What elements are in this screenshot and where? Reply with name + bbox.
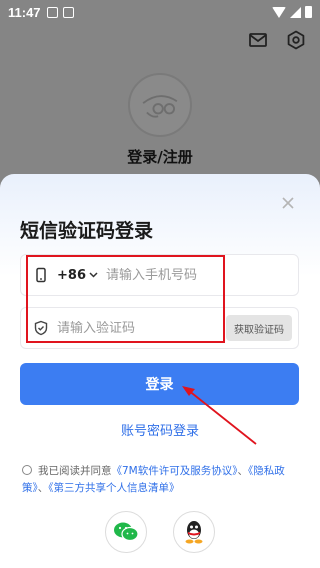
qq-login-button[interactable] bbox=[173, 511, 215, 553]
battery-icon bbox=[305, 6, 312, 18]
status-time: 11:47 bbox=[8, 4, 41, 20]
page-title: 登录/注册 bbox=[127, 148, 193, 166]
password-login-link[interactable]: 账号密码登录 bbox=[0, 420, 320, 439]
wechat-icon bbox=[114, 522, 139, 542]
agreement-text: 我已阅读并同意《7M软件许可及服务协议》、《隐私政策》、《第三方共享个人信息清单… bbox=[22, 463, 304, 497]
status-indicators bbox=[272, 6, 312, 18]
signal-icon bbox=[290, 6, 301, 18]
notification-icon bbox=[46, 6, 58, 18]
app-notification-icon bbox=[62, 6, 74, 18]
mail-icon[interactable] bbox=[248, 30, 268, 50]
avatar-face-icon bbox=[142, 95, 178, 118]
third-party-list-link[interactable]: 《第三方共享个人信息清单》 bbox=[48, 482, 179, 494]
get-code-button[interactable]: 获取验证码 bbox=[226, 315, 292, 341]
agreement-radio[interactable] bbox=[22, 465, 32, 475]
service-agreement-link[interactable]: 《7M软件许可及服务协议》 bbox=[112, 465, 238, 477]
annotation-highlight-box bbox=[26, 255, 225, 343]
wifi-icon bbox=[272, 6, 286, 18]
status-bar: 11:47 bbox=[0, 0, 320, 24]
agreement-separator: 、 bbox=[37, 482, 49, 494]
qq-icon bbox=[185, 521, 203, 544]
settings-icon[interactable] bbox=[286, 30, 306, 50]
agreement-prefix: 我已阅读并同意 bbox=[38, 465, 112, 477]
wechat-login-button[interactable] bbox=[105, 511, 147, 553]
close-icon[interactable] bbox=[280, 195, 296, 211]
login-button[interactable]: 登录 bbox=[20, 363, 299, 405]
avatar[interactable] bbox=[128, 73, 192, 137]
agreement-separator: 、 bbox=[237, 465, 249, 477]
sheet-title: 短信验证码登录 bbox=[20, 220, 154, 242]
